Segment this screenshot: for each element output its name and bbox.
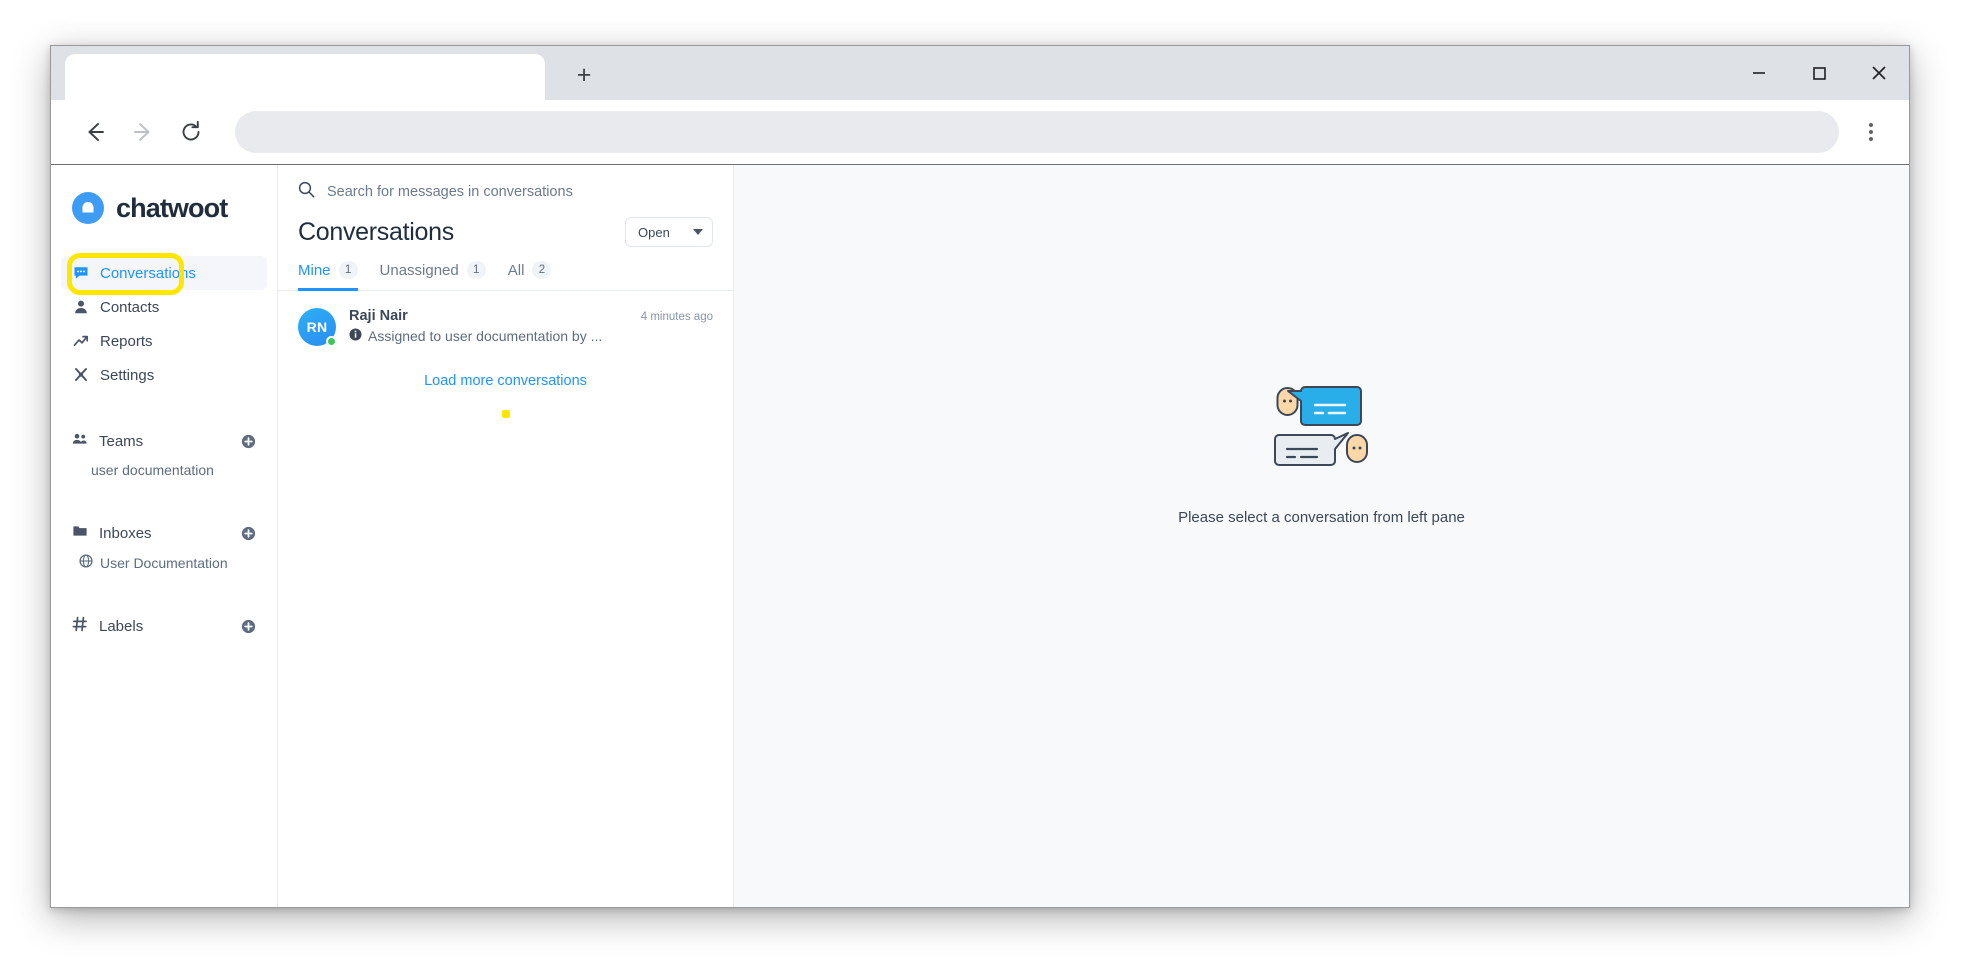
- sidebar-inbox-item[interactable]: User Documentation: [61, 548, 267, 577]
- window-controls: [1729, 46, 1909, 100]
- plus-circle-icon[interactable]: [241, 526, 256, 541]
- brand-wordmark: chatwoot: [116, 192, 228, 223]
- tab-count-badge: 2: [532, 261, 552, 279]
- avatar: RN: [298, 308, 337, 347]
- kebab-menu-icon: [1869, 123, 1873, 127]
- sidebar-section-inboxes: Inboxes User Documentation: [51, 518, 277, 577]
- page-viewport: chatwoot Conversations Contacts Reports …: [51, 164, 1909, 907]
- sidebar-team-item[interactable]: user documentation: [61, 456, 267, 484]
- sidebar-section-header-teams[interactable]: Teams: [61, 426, 267, 456]
- tab-all[interactable]: All 2: [508, 261, 552, 291]
- contact-name: Raji Nair: [349, 308, 408, 324]
- new-tab-label: +: [576, 60, 592, 89]
- sidebar-item-contacts[interactable]: Contacts: [61, 290, 267, 324]
- reload-button[interactable]: [169, 110, 213, 154]
- sidebar-section-title: Teams: [99, 432, 144, 450]
- forward-button[interactable]: [121, 110, 165, 154]
- app-sidebar: chatwoot Conversations Contacts Reports …: [51, 165, 278, 907]
- conversation-panel: Conversations Open Mine 1 Unassigned 1: [278, 165, 734, 907]
- primary-nav: Conversations Contacts Reports Settings: [51, 256, 277, 392]
- back-button[interactable]: [73, 110, 117, 154]
- brand-logo[interactable]: chatwoot: [51, 183, 277, 233]
- two-chat-bubbles-with-faces-illustration: [1273, 385, 1368, 466]
- sidebar-inbox-label: User Documentation: [100, 554, 228, 571]
- main-content-panel: Please select a conversation from left p…: [734, 165, 1909, 907]
- sidebar-item-label: Contacts: [100, 298, 160, 316]
- address-bar[interactable]: [235, 111, 1839, 153]
- browser-window: + chatwoot Conversations Contacts Report…: [50, 45, 1910, 908]
- browser-toolbar: [51, 100, 1909, 164]
- chevron-down-icon: [693, 229, 703, 235]
- maximize-button[interactable]: [1789, 46, 1849, 100]
- conversation-item-body: Raji Nair 4 minutes ago Assigned to user…: [349, 308, 713, 346]
- people-icon: [72, 431, 88, 451]
- info-icon: [349, 328, 362, 344]
- chatwoot-logo-icon: [72, 192, 104, 224]
- sidebar-item-label: Settings: [100, 366, 155, 384]
- sidebar-item-conversations[interactable]: Conversations: [61, 256, 267, 290]
- empty-state-caption: Please select a conversation from left p…: [1178, 508, 1465, 526]
- cursor-indicator: [501, 410, 510, 418]
- tab-label: Unassigned: [379, 261, 459, 279]
- tab-mine[interactable]: Mine 1: [298, 261, 358, 291]
- conversation-search-row: [278, 165, 733, 215]
- new-tab-button[interactable]: +: [561, 52, 607, 98]
- status-filter-dropdown[interactable]: Open: [625, 217, 713, 247]
- conversation-timestamp: 4 minutes ago: [640, 311, 713, 323]
- sidebar-section-title: Labels: [99, 617, 144, 635]
- globe-icon: [79, 554, 93, 571]
- reload-icon: [182, 120, 200, 141]
- minimize-button[interactable]: [1729, 46, 1789, 100]
- sidebar-item-label: Conversations: [100, 264, 196, 282]
- back-arrow-icon: [88, 123, 104, 141]
- tab-label: All: [507, 261, 525, 279]
- chat-bubble-icon: [72, 265, 89, 282]
- desktop-background: + chatwoot Conversations Contacts Report…: [0, 0, 1961, 961]
- browser-menu-button[interactable]: [1851, 110, 1891, 154]
- search-input[interactable]: [327, 184, 713, 200]
- page-title: Conversations: [298, 217, 454, 246]
- sidebar-item-settings[interactable]: Settings: [61, 358, 267, 392]
- sidebar-section-header-labels[interactable]: Labels: [61, 611, 267, 641]
- settings-icon: [72, 367, 89, 384]
- sidebar-section-teams: Teams user documentation: [51, 426, 277, 484]
- browser-tab-strip: +: [51, 46, 1909, 100]
- tab-count-badge: 1: [338, 261, 358, 279]
- conversation-tabs: Mine 1 Unassigned 1 All 2: [278, 247, 733, 291]
- person-icon: [72, 299, 89, 316]
- search-icon: [298, 181, 315, 203]
- sidebar-item-reports[interactable]: Reports: [61, 324, 267, 358]
- sidebar-section-header-inboxes[interactable]: Inboxes: [61, 518, 267, 548]
- tab-count-badge: 1: [466, 261, 486, 279]
- sidebar-item-label: Reports: [100, 332, 153, 350]
- load-more-conversations-link[interactable]: Load more conversations: [278, 355, 733, 389]
- close-icon: [1872, 66, 1886, 80]
- tab-unassigned[interactable]: Unassigned 1: [380, 261, 486, 291]
- conversation-preview-text: Assigned to user documentation by ...: [368, 328, 603, 344]
- status-filter-value: Open: [638, 224, 670, 240]
- sidebar-team-label: user documentation: [91, 462, 214, 478]
- conversation-list: RN Raji Nair 4 minutes ago Assigned to u…: [278, 291, 733, 418]
- plus-circle-icon[interactable]: [241, 619, 256, 634]
- close-button[interactable]: [1849, 46, 1909, 100]
- minimize-icon: [1753, 72, 1765, 74]
- trend-line-icon: [72, 333, 89, 350]
- plus-circle-icon[interactable]: [241, 434, 256, 449]
- online-status-dot: [326, 336, 337, 347]
- conversation-preview: Assigned to user documentation by ...: [349, 328, 713, 344]
- browser-tab[interactable]: [65, 54, 545, 100]
- sidebar-section-title: Inboxes: [99, 524, 152, 542]
- conversation-title-row: Conversations Open: [278, 215, 733, 247]
- sidebar-section-labels: Labels: [51, 611, 277, 641]
- maximize-icon: [1813, 67, 1826, 80]
- hash-icon: [72, 616, 88, 636]
- tab-label: Mine: [298, 261, 331, 279]
- conversation-list-item[interactable]: RN Raji Nair 4 minutes ago Assigned to u…: [278, 299, 733, 355]
- folder-icon: [72, 523, 88, 543]
- forward-arrow-icon: [134, 123, 150, 141]
